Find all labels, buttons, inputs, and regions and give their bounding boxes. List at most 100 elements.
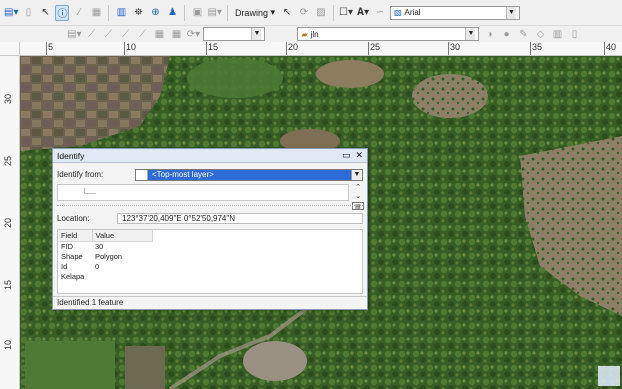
identify-status-bar: Identified 1 feature (53, 296, 367, 309)
identify-title: Identify (57, 150, 85, 161)
font-name-combo[interactable]: ▧ Arial ▼ (389, 5, 520, 20)
column-header-value: Value (92, 230, 153, 242)
font-name-value: Arial (404, 8, 421, 17)
cut-polygon-icon[interactable]: ⟋ (118, 26, 132, 42)
chevron-down-icon: ▼ (505, 6, 516, 19)
field-name: FID (61, 242, 74, 251)
layout-icon[interactable]: ▤▾ (4, 5, 18, 21)
ruler-top: 5 10 15 20 25 30 35 40 (20, 42, 622, 56)
location-label: Location: (57, 214, 90, 223)
toolbar-separator (108, 4, 110, 21)
ruler-corner (0, 42, 20, 56)
identify-window[interactable]: Identify ▭ ✕ Identify from: <Top-most la… (52, 148, 368, 310)
table-row[interactable]: FID 30 (58, 242, 152, 253)
toolbar-separator (226, 4, 228, 21)
drawing-menu[interactable]: Drawing ▾ (233, 7, 277, 18)
field-name: Id (61, 262, 68, 271)
identify-titlebar[interactable]: Identify ▭ ✕ (53, 149, 367, 163)
toolbar-separator (184, 4, 186, 21)
field-name: Kelapa (61, 272, 85, 281)
ruler-tick: 25 (368, 42, 380, 55)
chevron-down-icon: ▼ (251, 28, 262, 40)
catalog-icon[interactable]: ▣ (190, 5, 204, 21)
attribute-grid[interactable]: Field Value FID 30 Shape Polygon Id 0 Ke… (57, 229, 363, 294)
rectangle-icon[interactable]: ☐▾ (339, 5, 353, 21)
measure-icon[interactable]: ▥ (114, 5, 128, 21)
field-name: Shape (61, 252, 83, 261)
ruler-tick: 10 (3, 339, 13, 350)
select-arrow-icon[interactable]: ↖ (38, 5, 52, 21)
curve-icon[interactable]: ∽ (373, 5, 387, 21)
go-to-xy-icon[interactable]: ⊕ (148, 5, 162, 21)
color-icon[interactable]: ● (499, 26, 513, 42)
chevron-down-icon: ▼ (465, 28, 476, 40)
page-icon[interactable]: ▯ (21, 5, 35, 21)
location-row: Location: 123°37'20,409"E 0°52'50,974"N (57, 213, 363, 224)
toolbar-separator (332, 4, 334, 21)
chevron-up-icon[interactable]: ⌃ (352, 184, 364, 192)
ruler-tick: 40 (604, 42, 616, 55)
fill-icon[interactable]: ✎ (516, 26, 530, 42)
field-value (92, 272, 152, 282)
font-icon: ▧ (393, 8, 402, 17)
location-value: 123°37'20,409"E 0°52'50,974"N (117, 213, 363, 224)
column-header-field: Field (58, 230, 93, 242)
chevron-down-icon[interactable]: ⌄ (352, 193, 364, 201)
ruler-tick: 35 (530, 42, 542, 55)
layer-combo[interactable]: ▰ jln ▼ (297, 27, 480, 41)
zoom-width-icon[interactable]: ▨ (314, 5, 328, 21)
drawing-menu-label: Drawing (234, 7, 268, 18)
edit-vertices-icon[interactable]: ⟋ (84, 26, 98, 42)
ruler-tick: 10 (124, 42, 136, 55)
ruler-left: 30 25 20 15 10 (0, 56, 20, 389)
attributes-icon[interactable]: ▦ (169, 26, 183, 42)
layer-name-value: jln (310, 29, 319, 39)
main-toolbar: ▤▾ ▯ ↖ ⓘ ⁄ ▦ ▥ ⛯ ⊕ ♟ ▣ ▤▾ Drawing ▾ ↖ ⟳ … (0, 0, 622, 26)
find-binoculars-icon[interactable]: ⛯ (131, 5, 145, 21)
search-window-icon[interactable]: ▤▾ (207, 5, 221, 21)
ruler-tick: 5 (46, 42, 53, 55)
table-row[interactable]: Id 0 (58, 262, 152, 272)
halo-icon[interactable]: ◑ (482, 26, 496, 42)
outline-icon[interactable]: ◇ (533, 26, 547, 42)
layer-icon: ▰ (301, 29, 308, 39)
identify-from-select[interactable]: <Top-most layer> ▼ (135, 168, 363, 181)
field-value: 0 (95, 262, 100, 271)
rotate-icon[interactable]: ⟳ (297, 5, 311, 21)
sketch-tool-icon[interactable]: ▤▾ (67, 26, 81, 42)
split-icon[interactable]: ⟋ (135, 26, 149, 42)
ruler-tick: 30 (448, 42, 460, 55)
marker-icon[interactable]: ▥ (550, 26, 564, 42)
edit-line-icon[interactable]: ⁄ (72, 5, 86, 21)
ruler-tick: 20 (286, 42, 298, 55)
ruler-tick: 15 (3, 279, 13, 290)
text-tool-icon[interactable]: 𝐀▾ (356, 5, 370, 21)
identify-tool-icon[interactable]: ⓘ (55, 4, 70, 21)
panel-splitter[interactable] (57, 205, 363, 209)
table-icon[interactable]: ▦ (89, 5, 103, 21)
more-icon[interactable]: ▯ (567, 26, 581, 42)
field-value: Polygon (95, 252, 123, 261)
chevron-down-icon: ▼ (351, 169, 362, 180)
identify-results-tree[interactable] (57, 184, 349, 201)
draw-select-icon[interactable]: ↖ (280, 5, 294, 21)
edit-target-combo[interactable]: ▼ (203, 27, 266, 41)
restore-icon[interactable]: ▭ (342, 150, 351, 161)
rotate-feature-icon[interactable]: ▦ (152, 26, 166, 42)
identify-from-row: Identify from: <Top-most layer> ▼ (57, 168, 363, 181)
identify-from-value: <Top-most layer> (148, 169, 351, 180)
sketch-props-icon[interactable]: ⟳▾ (186, 26, 200, 42)
field-value: 30 (95, 242, 104, 251)
layer-swatch (136, 169, 148, 180)
close-icon[interactable]: ✕ (355, 150, 363, 161)
identify-from-label: Identify from: (57, 170, 104, 179)
ruler-tick: 25 (3, 155, 13, 166)
reshape-icon[interactable]: ⟋ (101, 26, 115, 42)
time-slider-icon[interactable]: ♟ (165, 5, 179, 21)
tree-connector (84, 188, 96, 194)
table-row[interactable]: Shape Polygon (58, 252, 152, 262)
ruler-tick: 20 (3, 217, 13, 228)
table-row[interactable]: Kelapa (58, 272, 152, 282)
attribute-table: Field Value FID 30 Shape Polygon Id 0 Ke… (58, 230, 153, 282)
ruler-tick: 15 (206, 42, 218, 55)
